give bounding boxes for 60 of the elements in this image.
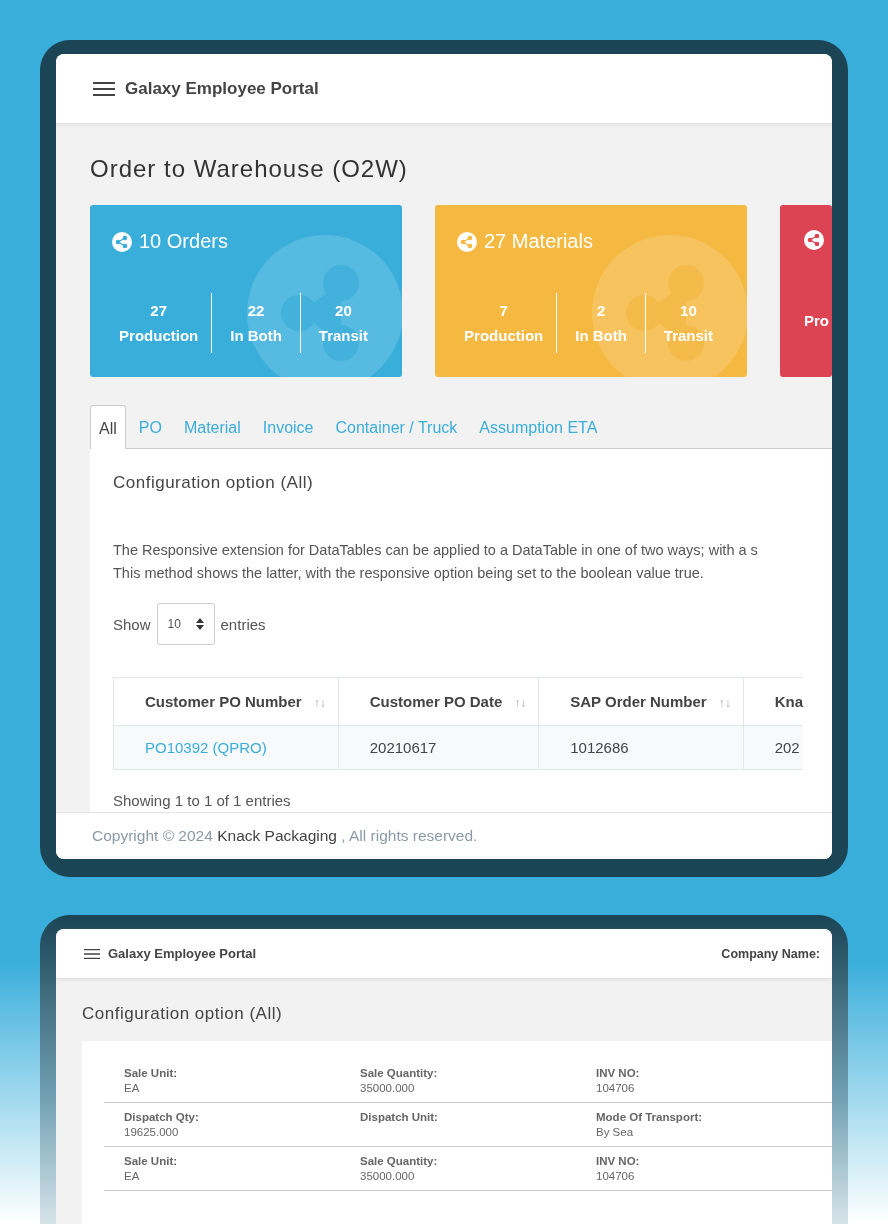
stat-label: In Both <box>230 327 282 344</box>
company-label: Company Name: <box>721 946 820 961</box>
share-icon <box>804 230 824 250</box>
column-header[interactable]: Customer PO Date ↑↓ <box>338 677 539 726</box>
column-header[interactable]: SAP Order Number ↑↓ <box>538 677 744 726</box>
description-text: The Responsive extension for DataTables can be applied to a DataTable in one of two ways; with a s <box>113 541 759 560</box>
stat-value: 20 <box>335 302 352 319</box>
sort-arrows-icon <box>195 618 204 630</box>
menu-icon[interactable] <box>93 80 115 97</box>
column-header[interactable]: Kna <box>743 677 804 726</box>
field-label: Dispatch Qty: <box>124 1111 200 1123</box>
stat-label: Transit <box>318 327 368 344</box>
field-label: Sale Unit: <box>124 1155 179 1167</box>
page-title: Configuration option (All) <box>82 1004 284 1024</box>
stat-label: Production <box>464 327 544 344</box>
field-label: INV NO: <box>596 1155 641 1167</box>
field-value: EA <box>124 1170 141 1182</box>
column-header[interactable]: Customer PO Number ↑↓ <box>113 677 339 726</box>
stat-value: 27 <box>150 302 167 319</box>
entries-select[interactable]: 10 <box>156 603 215 645</box>
field-label: Dispatch Unit: <box>360 1111 439 1123</box>
card-title: 10 Orders <box>139 230 228 253</box>
menu-icon[interactable] <box>84 947 100 960</box>
stat-value: 22 <box>247 302 265 319</box>
field-label: Mode Of Transport: <box>596 1111 704 1123</box>
entries-label: entries <box>220 615 266 633</box>
stat-value: 7 <box>499 302 508 319</box>
table-cell: 20210617 <box>338 725 539 770</box>
card-title: 27 Materials <box>484 230 593 253</box>
page-title: Order to Warehouse (O2W) <box>90 155 409 183</box>
field-value: By Sea <box>596 1126 635 1138</box>
show-label: Show <box>113 615 151 633</box>
field-label: Sale Quantity: <box>360 1155 439 1167</box>
company-link[interactable]: Knack Packaging <box>217 827 337 845</box>
field-label: Sale Quantity: <box>360 1067 439 1079</box>
stat-label: Pro <box>804 312 829 329</box>
portal-title: Galaxy Employee Portal <box>108 946 257 961</box>
table-cell: 202 <box>743 725 804 770</box>
share-icon <box>457 231 477 252</box>
portal-title: Galaxy Employee Portal <box>125 78 319 99</box>
field-value: 35000.000 <box>360 1170 416 1182</box>
stat-label: Production <box>119 327 199 344</box>
tab[interactable]: All <box>90 405 126 449</box>
table-info: Showing 1 to 1 of 1 entries <box>113 792 292 809</box>
copyright-text: Copyright © 2024 Knack Packaging , All rights reserved. <box>56 812 832 859</box>
table-cell: 1012686 <box>538 725 744 770</box>
stat-label: Transit <box>663 327 713 344</box>
description-text: This method shows the latter, with the responsive option being set to the boolean value true. <box>113 564 705 583</box>
stat-value: 10 <box>680 302 697 319</box>
field-value: EA <box>124 1082 141 1094</box>
field-label: Sale Unit: <box>124 1067 179 1079</box>
stat-value: 2 <box>596 302 606 319</box>
field-value: 19625.000 <box>124 1126 180 1138</box>
stat-label: In Both <box>575 327 627 344</box>
panel-title: Configuration option (All) <box>113 473 315 493</box>
field-value: 104706 <box>596 1170 636 1182</box>
field-label: INV NO: <box>596 1067 641 1079</box>
field-value: 104706 <box>596 1082 636 1094</box>
field-value: 35000.000 <box>360 1082 416 1094</box>
share-icon <box>112 231 132 252</box>
